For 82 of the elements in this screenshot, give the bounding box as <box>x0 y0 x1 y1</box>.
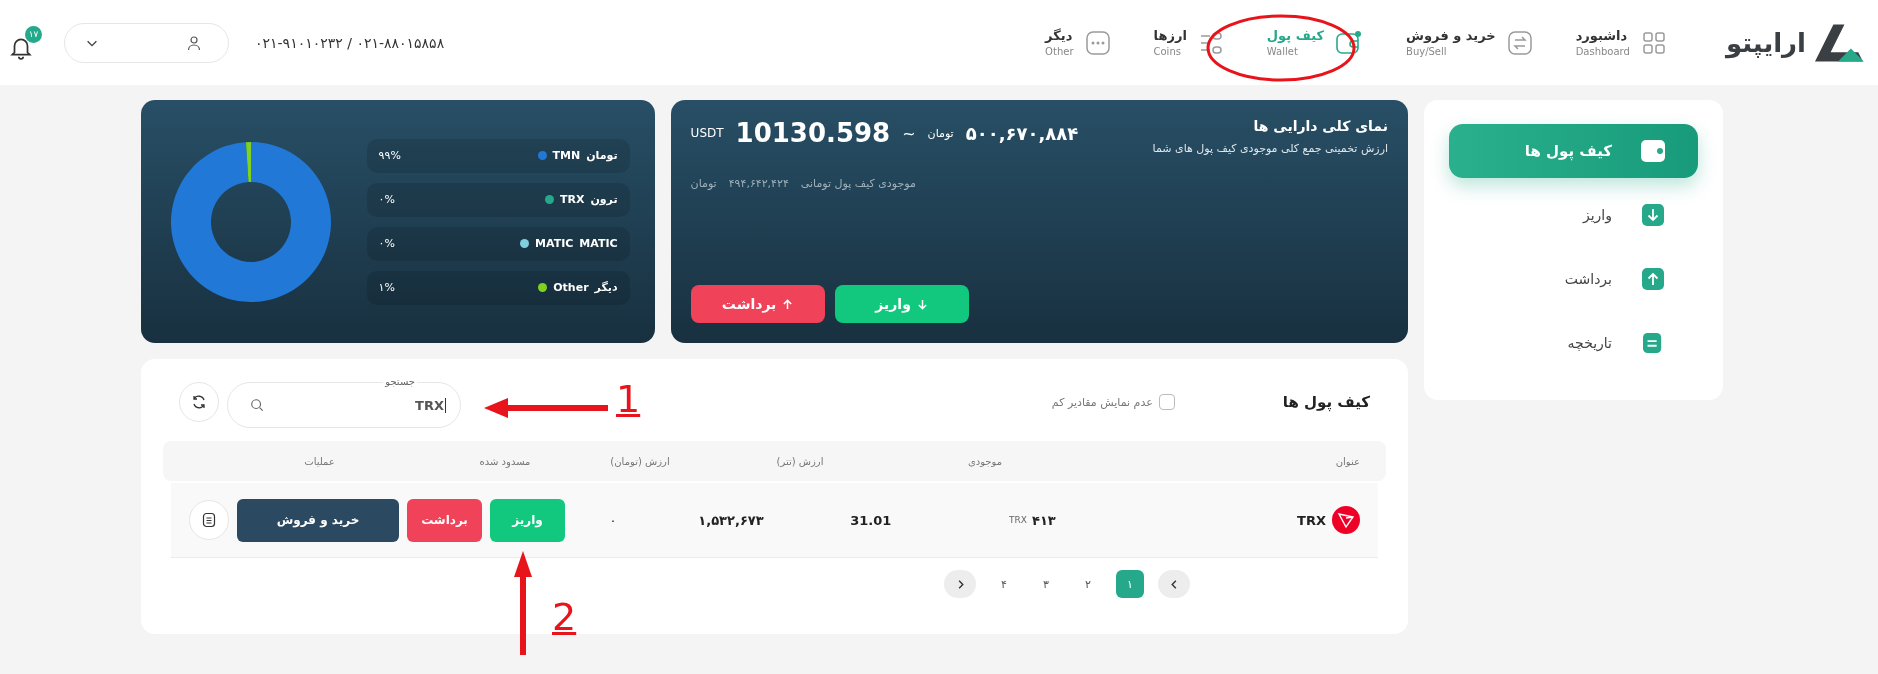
usdt-unit: USDT <box>690 126 724 140</box>
nav-sublabel: Dashboard <box>1575 46 1630 57</box>
usdt-value: 31.01 <box>849 512 893 528</box>
grid-icon <box>1641 30 1666 55</box>
nav-sublabel: Wallet <box>1266 46 1298 57</box>
legend-label: ترون <box>590 193 618 206</box>
legend-percent: ۱% <box>378 281 395 294</box>
logo-text: ارایپتو <box>1725 27 1806 58</box>
toman-wallet-unit: تومان <box>690 177 717 190</box>
logo[interactable]: ارایپتو <box>1725 19 1866 66</box>
nav-label: دیگر <box>1045 28 1073 43</box>
arrow-down-icon <box>1642 204 1664 226</box>
balance-unit: TRX <box>1009 515 1027 525</box>
legend-category: TRX <box>559 193 585 206</box>
list-icon <box>1198 30 1223 55</box>
balance-value: ۴۱۳ <box>1031 512 1056 528</box>
arrow-up-icon <box>1642 268 1664 290</box>
nav-label: داشبورد <box>1575 28 1628 43</box>
notification-badge: ۱۷ <box>25 25 42 43</box>
summary-subtitle: ارزش تخمینی جمع کلی موجودی کیف پول های شما <box>1152 142 1388 155</box>
annotation-number: 1 <box>616 380 641 418</box>
legend-category: MATIC <box>535 237 574 250</box>
nav-label: کیف پول <box>1266 28 1325 43</box>
nav-sublabel: Coins <box>1153 46 1181 57</box>
annotation-number: 2 <box>552 598 577 636</box>
legend-category: TMN <box>552 149 581 162</box>
column-header: مسدود شده <box>478 455 532 467</box>
arrow-down-icon <box>916 298 928 310</box>
phone-numbers: ۰۲۱-۹۱۰۱۰۲۳۲ / ۰۲۱-۸۸۰۱۵۸۵۸ <box>255 34 445 51</box>
toman-unit: تومان <box>927 126 954 140</box>
sidebar-item[interactable]: تاریخچه <box>1449 316 1698 370</box>
user-icon <box>186 34 202 51</box>
page-button[interactable]: ۴ <box>990 570 1018 598</box>
nav-sublabel: Buy/Sell <box>1406 46 1447 57</box>
toman-total: ۵۰۰,۶۷۰,۸۸۴ <box>965 122 1079 144</box>
toman-wallet-label: موجودی کیف پول تومانی <box>800 177 916 190</box>
page-button[interactable]: ۲ <box>1074 570 1102 598</box>
column-header: عنوان <box>1334 455 1360 467</box>
withdraw-button[interactable]: برداشت <box>407 498 482 542</box>
nav-label: خرید و فروش <box>1406 28 1496 43</box>
toman-value: ۱,۵۳۲,۶۷۳ <box>697 512 765 528</box>
wallet-icon <box>1641 140 1665 162</box>
document-icon <box>201 512 217 528</box>
summary-title: نمای کلی دارایی ها <box>1252 118 1388 134</box>
legend-category: Other <box>553 281 589 294</box>
nav-sublabel: Other <box>1045 46 1074 57</box>
trade-button[interactable]: خرید و فروش <box>237 498 399 542</box>
details-button[interactable] <box>189 500 229 540</box>
search-icon <box>250 398 264 412</box>
column-header: موجودی <box>966 455 1004 467</box>
nav-label: ارزها <box>1153 28 1187 43</box>
approx-sign: ~ <box>902 123 916 143</box>
page-button[interactable]: ۳ <box>1032 570 1060 598</box>
toman-wallet-value: ۴۹۴,۶۴۲,۴۲۴ <box>728 177 789 190</box>
history-icon <box>1643 332 1663 354</box>
legend-percent: ۰% <box>378 193 395 206</box>
previous-page-button[interactable] <box>1158 570 1190 598</box>
next-page-button[interactable] <box>944 570 976 598</box>
legend-percent: ۹۹% <box>378 149 401 162</box>
checkbox-label: عدم نمایش مقادیر کم <box>1051 395 1153 409</box>
refresh-button[interactable] <box>179 382 219 422</box>
sidebar-item[interactable]: برداشت <box>1449 252 1698 306</box>
sidebar-item[interactable]: واریز <box>1449 188 1698 242</box>
usdt-total: 10130.598 <box>735 118 891 148</box>
legend-label: MATIC <box>579 237 618 250</box>
legend-percent: ۰% <box>378 237 395 250</box>
refresh-icon <box>191 394 207 410</box>
checkbox[interactable] <box>1158 394 1175 410</box>
blocked-value: ۰ <box>608 512 618 528</box>
legend-label: تومان <box>586 149 618 162</box>
legend-label: دیگر <box>594 281 618 294</box>
coin-name: TRX <box>1297 512 1326 528</box>
column-header: عملیات <box>303 455 336 467</box>
more-dots-icon <box>1085 30 1110 55</box>
column-header: ارزش (تومان) <box>609 455 671 467</box>
swap-arrows-icon <box>1507 30 1532 55</box>
withdraw-button[interactable]: برداشت <box>690 285 825 323</box>
arrow-up-icon <box>782 298 794 310</box>
wallet-icon <box>1336 30 1363 55</box>
wallets-title: کیف پول ها <box>1282 393 1370 411</box>
column-header: ارزش (تتر) <box>775 455 825 467</box>
coin-logo-icon <box>1332 506 1360 534</box>
